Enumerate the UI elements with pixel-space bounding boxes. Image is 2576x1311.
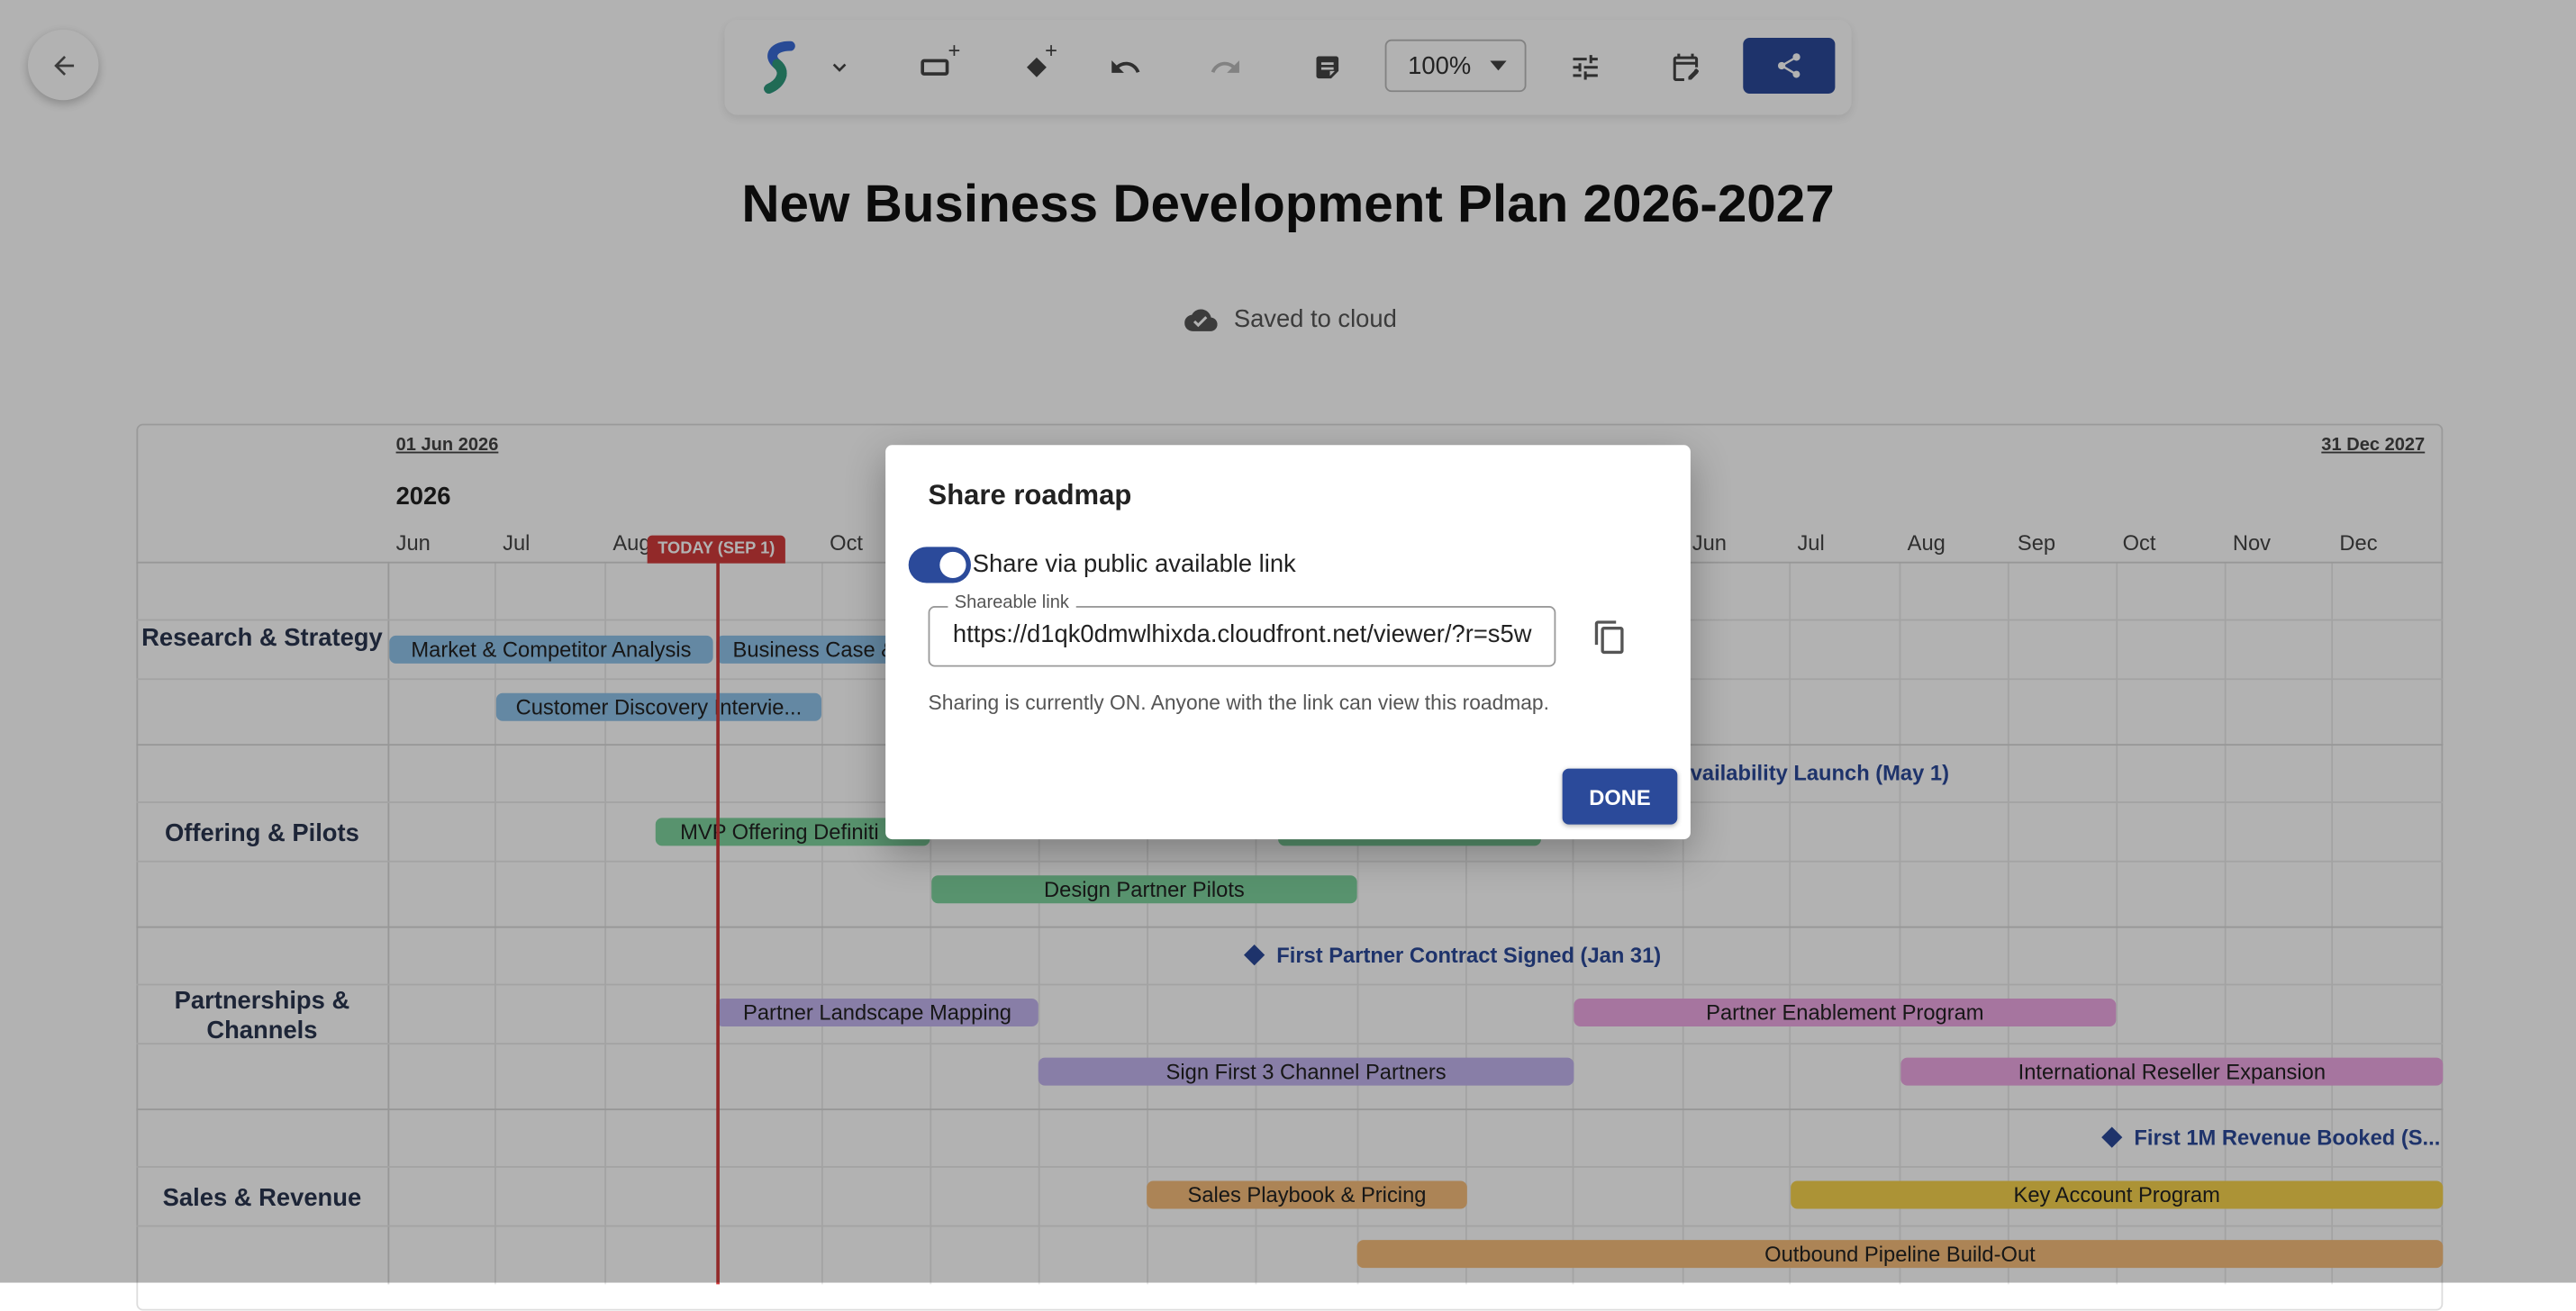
shareable-link-input[interactable] <box>952 620 1538 649</box>
copy-icon <box>1594 620 1624 655</box>
sharing-status-text: Sharing is currently ON. Anyone with the… <box>928 691 1549 715</box>
app-canvas: + + 100% New Business Development Plan 2… <box>0 0 2576 1311</box>
shareable-link-label: Shareable link <box>948 592 1076 613</box>
dialog-title: Share roadmap <box>928 479 1132 511</box>
copy-link-button[interactable] <box>1589 616 1631 658</box>
share-dialog: Share roadmap Share via public available… <box>885 445 1691 840</box>
public-link-toggle[interactable] <box>908 547 971 583</box>
done-button[interactable]: DONE <box>1562 768 1678 825</box>
public-link-toggle-label: Share via public available link <box>972 550 1296 579</box>
shareable-link-field[interactable]: Shareable link <box>928 592 1556 667</box>
toggle-knob <box>939 551 966 579</box>
